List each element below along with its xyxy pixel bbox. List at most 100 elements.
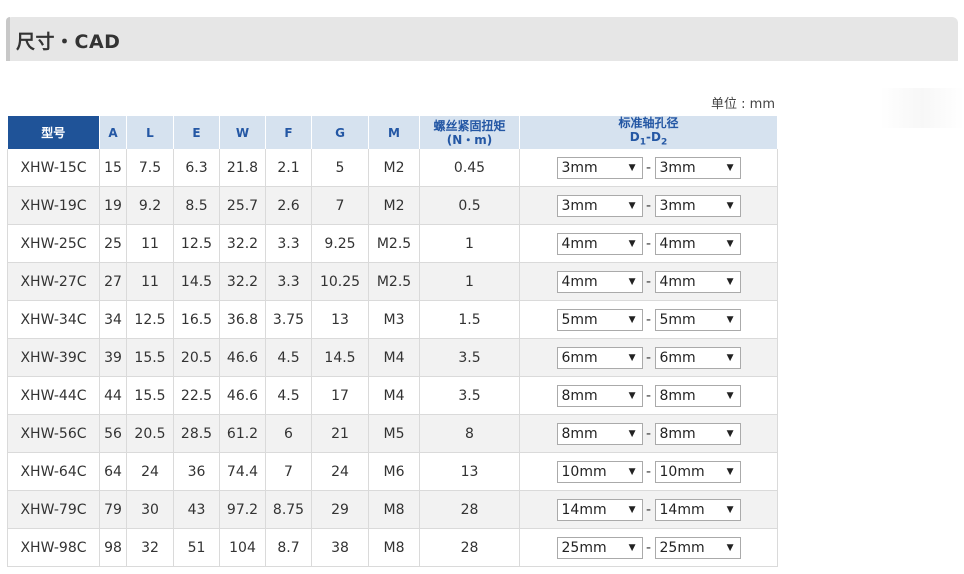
cell-a: 39: [99, 338, 127, 378]
cell-e: 6.3: [173, 149, 220, 188]
cell-g: 10.25: [311, 262, 369, 302]
bore-separator: -: [645, 273, 652, 290]
cell-torque: 1.5: [419, 300, 520, 340]
cell-bore-selects: 3mm ▼ -3mm ▼: [519, 186, 778, 226]
cell-e: 36: [173, 452, 220, 492]
cell-model: XHW-27C: [7, 262, 100, 302]
table-header-row: 型号 A L E W F G M 螺丝紧固扭矩 (N・m) 标准轴孔径 D1-D…: [7, 116, 778, 150]
bore-d1-select[interactable]: 8mm ▼: [556, 384, 643, 407]
bore-d1-select[interactable]: 25mm ▼: [556, 536, 643, 559]
cell-torque: 1: [419, 224, 520, 264]
cell-f: 3.3: [265, 262, 312, 302]
cell-f: 3.75: [265, 300, 312, 340]
section-title: 尺寸・CAD: [16, 31, 121, 53]
cell-a: 98: [99, 528, 127, 568]
dropdown-arrow-icon: ▼: [628, 542, 636, 553]
cell-w: 36.8: [219, 300, 266, 340]
bore-d2-select[interactable]: 25mm ▼: [654, 536, 741, 559]
header-accent: [6, 17, 10, 61]
cell-torque: 13: [419, 452, 520, 492]
dropdown-arrow-icon: ▼: [726, 314, 734, 325]
select-value: 14mm: [561, 501, 607, 518]
cell-w: 32.2: [219, 262, 266, 302]
select-value: 25mm: [561, 539, 607, 556]
bore-d1-select[interactable]: 3mm ▼: [556, 194, 643, 217]
cell-a: 64: [99, 452, 127, 492]
cell-g: 13: [311, 300, 369, 340]
bore-d1-select[interactable]: 4mm ▼: [556, 270, 643, 293]
dropdown-arrow-icon: ▼: [628, 162, 636, 173]
cell-w: 32.2: [219, 224, 266, 264]
bore-d2-select[interactable]: 10mm ▼: [654, 460, 741, 483]
select-value: 8mm: [561, 387, 598, 404]
select-value: 5mm: [561, 311, 598, 328]
cell-torque: 28: [419, 490, 520, 530]
bore-d1-select[interactable]: 10mm ▼: [556, 460, 643, 483]
cell-a: 56: [99, 414, 127, 454]
cell-a: 44: [99, 376, 127, 416]
bore-separator: -: [645, 463, 652, 480]
table-row: XHW-56C 56 20.5 28.5 61.2 6 21 M5 8 8mm ▼ -8mm ▼: [7, 414, 778, 454]
cell-model: XHW-64C: [7, 452, 100, 492]
dropdown-arrow-icon: ▼: [726, 428, 734, 439]
cell-g: 24: [311, 452, 369, 492]
cell-l: 7.5: [126, 149, 174, 188]
cell-g: 5: [311, 149, 369, 188]
cell-model: XHW-34C: [7, 300, 100, 340]
cell-bore-selects: 3mm ▼ -3mm ▼: [519, 149, 778, 188]
decorative-fade: [880, 88, 964, 128]
cell-l: 20.5: [126, 414, 174, 454]
cell-m: M3: [368, 300, 420, 340]
bore-d1-select[interactable]: 14mm ▼: [556, 498, 643, 521]
bore-d2-select[interactable]: 5mm ▼: [654, 308, 741, 331]
cell-a: 79: [99, 490, 127, 530]
bore-d2-select[interactable]: 3mm ▼: [654, 194, 741, 217]
bore-d1-select[interactable]: 5mm ▼: [556, 308, 643, 331]
spec-table: 型号 A L E W F G M 螺丝紧固扭矩 (N・m) 标准轴孔径 D1-D…: [7, 116, 778, 568]
bore-d1-select[interactable]: 4mm ▼: [556, 232, 643, 255]
cell-torque: 3.5: [419, 338, 520, 378]
bore-d2-select[interactable]: 14mm ▼: [654, 498, 741, 521]
cell-e: 12.5: [173, 224, 220, 264]
dropdown-arrow-icon: ▼: [726, 390, 734, 401]
cell-l: 12.5: [126, 300, 174, 340]
cell-e: 43: [173, 490, 220, 530]
cell-f: 3.3: [265, 224, 312, 264]
bore-d2-select[interactable]: 4mm ▼: [654, 270, 741, 293]
col-w: W: [219, 116, 266, 150]
table-row: XHW-98C 98 32 51 104 8.7 38 M8 28 25mm ▼ -25mm ▼: [7, 528, 778, 568]
cell-w: 104: [219, 528, 266, 568]
select-value: 3mm: [561, 159, 598, 176]
bore-d2-select[interactable]: 6mm ▼: [654, 346, 741, 369]
col-torque-unit: (N・m): [446, 132, 493, 147]
cell-l: 32: [126, 528, 174, 568]
bore-d2-select[interactable]: 3mm ▼: [654, 156, 741, 179]
dropdown-arrow-icon: ▼: [628, 466, 636, 477]
select-value: 14mm: [659, 501, 705, 518]
col-e: E: [173, 116, 220, 150]
bore-d1-select[interactable]: 3mm ▼: [556, 156, 643, 179]
cell-m: M8: [368, 528, 420, 568]
table-row: XHW-27C 27 11 14.5 32.2 3.3 10.25 M2.5 1 4mm ▼ -4mm…: [7, 262, 778, 302]
bore-d1-select[interactable]: 8mm ▼: [556, 422, 643, 445]
select-value: 3mm: [659, 159, 696, 176]
col-g: G: [311, 116, 369, 150]
cell-e: 16.5: [173, 300, 220, 340]
cell-a: 15: [99, 149, 127, 188]
bore-d2-select[interactable]: 4mm ▼: [654, 232, 741, 255]
cell-l: 9.2: [126, 186, 174, 226]
select-value: 25mm: [659, 539, 705, 556]
select-value: 10mm: [561, 463, 607, 480]
bore-separator: -: [645, 387, 652, 404]
cell-bore-selects: 10mm ▼ -10mm ▼: [519, 452, 778, 492]
bore-d2-select[interactable]: 8mm ▼: [654, 422, 741, 445]
bore-d2-select[interactable]: 8mm ▼: [654, 384, 741, 407]
dropdown-arrow-icon: ▼: [726, 352, 734, 363]
cell-l: 30: [126, 490, 174, 530]
cell-e: 14.5: [173, 262, 220, 302]
cell-a: 34: [99, 300, 127, 340]
cell-g: 9.25: [311, 224, 369, 264]
dropdown-arrow-icon: ▼: [628, 390, 636, 401]
bore-d1-select[interactable]: 6mm ▼: [556, 346, 643, 369]
cell-bore-selects: 4mm ▼ -4mm ▼: [519, 224, 778, 264]
